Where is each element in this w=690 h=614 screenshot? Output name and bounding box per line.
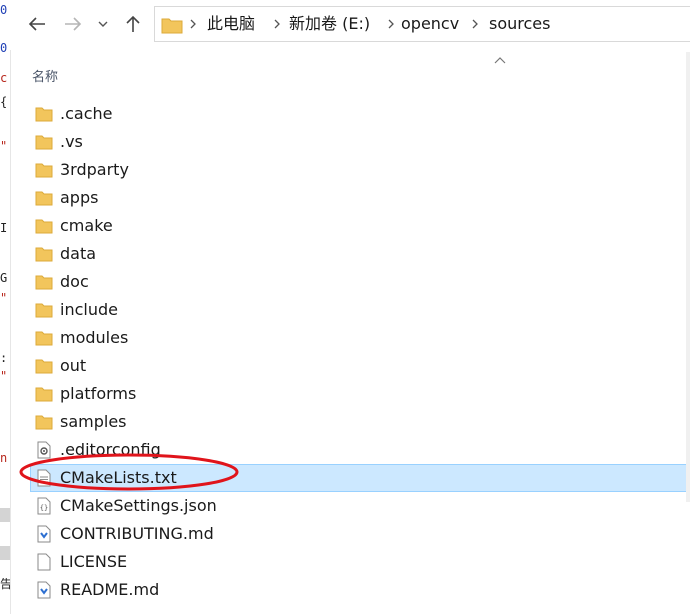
- file-name: .vs: [60, 132, 83, 151]
- folder-icon: [35, 331, 53, 346]
- file-name: apps: [60, 188, 99, 207]
- folder-icon: [35, 163, 53, 178]
- file-name: modules: [60, 328, 129, 347]
- navigation-bar: 此电脑 新加卷 (E:) opencv sources: [10, 0, 690, 50]
- folder-icon: [35, 247, 53, 262]
- file-name: CONTRIBUTING.md: [60, 524, 214, 543]
- blank-file-icon: [37, 553, 51, 571]
- code-fragment: ": [0, 370, 8, 382]
- list-item[interactable]: apps: [30, 184, 690, 212]
- folder-icon: [35, 135, 53, 150]
- chevron-right-icon: [274, 19, 280, 29]
- list-item[interactable]: 3rdparty: [30, 156, 690, 184]
- folder-icon: [161, 18, 183, 34]
- code-fragment: n: [0, 452, 8, 464]
- list-item[interactable]: modules: [30, 324, 690, 352]
- breadcrumb-sources[interactable]: sources: [489, 7, 550, 41]
- file-name: out: [60, 356, 87, 375]
- strip-divider: [0, 546, 10, 560]
- markdown-file-icon: [37, 581, 51, 599]
- list-item[interactable]: {} CMakeSettings.json: [30, 492, 690, 520]
- breadcrumb-separator[interactable]: [189, 7, 197, 41]
- code-fragment: :: [0, 352, 8, 364]
- list-item[interactable]: cmake: [30, 212, 690, 240]
- column-header-bar: 名称: [10, 52, 690, 92]
- strip-divider: [0, 508, 10, 522]
- background-editor-strip: 0 0 c { " I G " : " n 告: [0, 0, 11, 614]
- code-fragment: I: [0, 222, 8, 234]
- file-name: platforms: [60, 384, 137, 403]
- file-name: CMakeLists.txt: [60, 468, 177, 487]
- folder-icon: [35, 191, 53, 206]
- code-fragment: 0: [0, 4, 8, 16]
- code-fragment: c: [0, 72, 8, 84]
- list-item[interactable]: samples: [30, 408, 690, 436]
- file-name: CMakeSettings.json: [60, 496, 217, 515]
- folder-icon: [35, 219, 53, 234]
- sort-ascending-icon: [494, 57, 506, 64]
- breadcrumb-this-pc[interactable]: 此电脑: [207, 7, 255, 41]
- folder-icon: [35, 415, 53, 430]
- forward-button[interactable]: [60, 10, 86, 38]
- breadcrumb-opencv[interactable]: opencv: [401, 7, 459, 41]
- list-item[interactable]: platforms: [30, 380, 690, 408]
- back-button[interactable]: [24, 10, 50, 38]
- file-name: doc: [60, 272, 89, 291]
- file-name: samples: [60, 412, 127, 431]
- list-item[interactable]: LICENSE: [30, 548, 690, 576]
- breadcrumb-drive-e[interactable]: 新加卷 (E:): [289, 7, 370, 41]
- chevron-right-icon: [190, 19, 196, 29]
- list-item[interactable]: README.md: [30, 576, 690, 604]
- file-name: data: [60, 244, 97, 263]
- file-name: README.md: [60, 580, 160, 599]
- chevron-down-icon: [98, 21, 108, 27]
- list-item[interactable]: out: [30, 352, 690, 380]
- list-item[interactable]: .vs: [30, 128, 690, 156]
- breadcrumb-separator[interactable]: [471, 7, 479, 41]
- list-item[interactable]: CONTRIBUTING.md: [30, 520, 690, 548]
- file-name: cmake: [60, 216, 113, 235]
- folder-icon: [35, 359, 53, 374]
- svg-text:{}: {}: [40, 504, 48, 512]
- list-item[interactable]: .cache: [30, 100, 690, 128]
- code-fragment: {: [0, 96, 8, 108]
- up-arrow-icon: [126, 15, 140, 32]
- json-file-icon: {}: [37, 497, 51, 515]
- list-item[interactable]: doc: [30, 268, 690, 296]
- code-fragment: G: [0, 272, 8, 284]
- forward-arrow-icon: [65, 17, 82, 31]
- list-item-selected[interactable]: CMakeLists.txt: [30, 464, 690, 492]
- list-item[interactable]: data: [30, 240, 690, 268]
- file-name: LICENSE: [60, 552, 128, 571]
- breadcrumb-separator[interactable]: [273, 7, 281, 41]
- column-name-header[interactable]: 名称: [32, 66, 58, 85]
- code-fragment: ": [0, 140, 8, 152]
- address-bar[interactable]: 此电脑 新加卷 (E:) opencv sources: [154, 6, 690, 42]
- file-name: .cache: [60, 104, 113, 123]
- list-item[interactable]: include: [30, 296, 690, 324]
- code-fragment: 0: [0, 42, 8, 54]
- file-name: .editorconfig: [60, 440, 161, 459]
- file-name: 3rdparty: [60, 160, 129, 179]
- markdown-file-icon: [37, 525, 51, 543]
- folder-icon: [35, 303, 53, 318]
- code-fragment: 告: [0, 578, 10, 590]
- folder-icon: [35, 387, 53, 402]
- recent-locations-button[interactable]: [94, 10, 112, 38]
- up-button[interactable]: [120, 10, 146, 38]
- config-file-icon: [37, 441, 51, 459]
- chevron-right-icon: [388, 19, 394, 29]
- code-fragment: ": [0, 292, 8, 304]
- scrollbar-track[interactable]: [686, 52, 690, 502]
- folder-icon: [35, 107, 53, 122]
- folder-icon: [35, 275, 53, 290]
- file-name: include: [60, 300, 118, 319]
- back-arrow-icon: [28, 17, 45, 31]
- chevron-right-icon: [472, 19, 478, 29]
- breadcrumb-separator[interactable]: [387, 7, 395, 41]
- list-item[interactable]: .editorconfig: [30, 436, 690, 464]
- text-file-icon: [37, 469, 51, 487]
